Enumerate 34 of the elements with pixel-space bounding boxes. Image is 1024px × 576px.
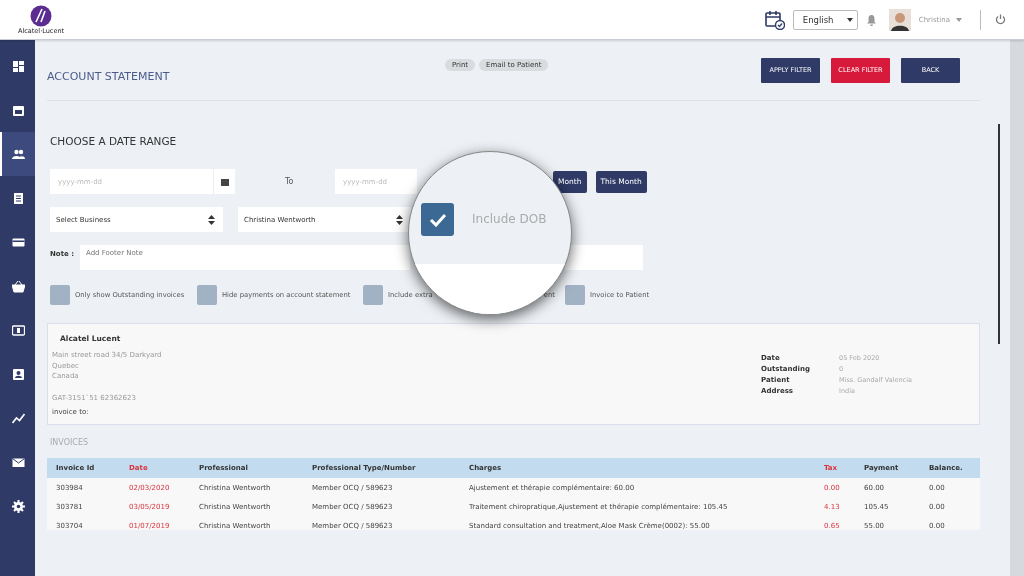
calendar-icon: [12, 103, 25, 117]
caret-icon: [846, 17, 853, 22]
bell-icon[interactable]: [865, 13, 877, 26]
sort-arrows-icon: [396, 214, 403, 225]
people-icon: [12, 147, 25, 161]
mail-icon: [12, 455, 25, 469]
list-icon: [12, 191, 25, 205]
dashboard-icon: [12, 59, 25, 73]
checkbox[interactable]: [197, 285, 217, 305]
sidebar-item[interactable]: [0, 132, 35, 176]
calendar-button[interactable]: [213, 169, 235, 194]
caret-icon: [956, 17, 962, 22]
language-select[interactable]: English: [792, 9, 858, 30]
money-icon: [12, 323, 25, 337]
section-heading: INVOICES: [50, 438, 90, 447]
page-title: ACCOUNT STATEMENT: [47, 68, 171, 83]
avatar[interactable]: [888, 8, 911, 31]
checkbox[interactable]: [363, 285, 383, 305]
basket-icon: [12, 279, 25, 293]
checkbox[interactable]: [421, 203, 454, 236]
chart-icon: [12, 411, 25, 425]
checkbox[interactable]: [565, 285, 585, 305]
to-label: To: [285, 177, 295, 186]
settings-icon: [12, 499, 25, 513]
calendar-icon: [220, 177, 229, 186]
calendar-check-icon[interactable]: [764, 9, 785, 30]
sort-arrows-icon: [208, 214, 215, 225]
power-icon[interactable]: [995, 14, 1006, 25]
checkbox[interactable]: [50, 285, 70, 305]
contact-card-icon: [12, 367, 25, 381]
note-field[interactable]: [565, 245, 643, 270]
checkbox-label: Include DOB: [472, 212, 547, 226]
section-heading: CHOOSE A DATE RANGE: [50, 135, 178, 147]
check-icon: [428, 212, 447, 227]
